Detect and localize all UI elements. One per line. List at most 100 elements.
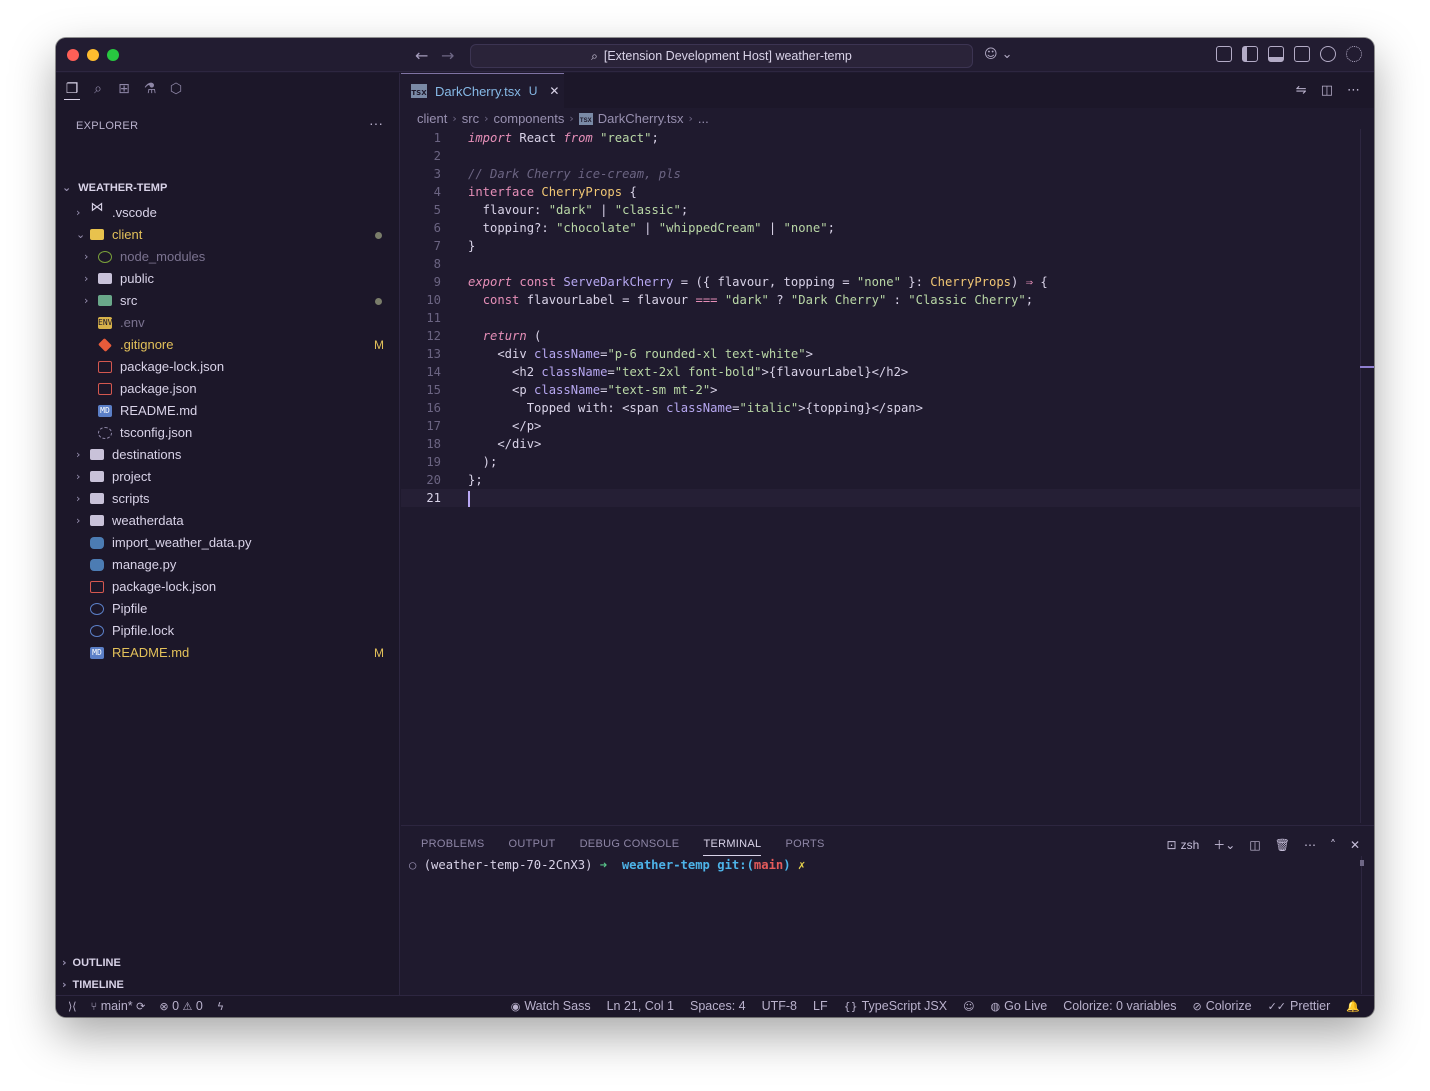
files-icon[interactable]: ❐ <box>64 81 80 100</box>
gear-icon[interactable] <box>1346 46 1362 62</box>
copilot-icon[interactable]: ☺ ⌄ <box>984 47 1013 62</box>
new-terminal-icon[interactable]: ＋⌄ <box>1213 836 1235 853</box>
panel-tab-ports[interactable]: PORTS <box>785 838 824 856</box>
customize-layout-icon[interactable] <box>1216 46 1232 62</box>
breadcrumb-item[interactable]: client <box>417 111 447 126</box>
more-actions-icon[interactable]: ⋯ <box>1304 838 1316 852</box>
zoom-window-button[interactable] <box>107 49 119 61</box>
tree-item[interactable]: › node_modules <box>56 246 400 268</box>
tree-item[interactable]: › public <box>56 268 400 290</box>
git-modified-badge: M <box>374 338 384 352</box>
tree-item[interactable]: package.json <box>56 378 400 400</box>
remote-icon[interactable]: ⟩⟨ <box>68 1000 77 1013</box>
tree-item[interactable]: tsconfig.json <box>56 422 400 444</box>
status-item[interactable]: ◉ Watch Sass <box>511 999 591 1013</box>
folder-icon <box>90 493 104 504</box>
tab-darkcherry[interactable]: TSX DarkCherry.tsx U ✕ <box>401 73 564 108</box>
tree-item[interactable]: package-lock.json <box>56 576 400 598</box>
line-number: 16 <box>426 401 441 415</box>
line-number: 9 <box>433 275 441 289</box>
tree-item[interactable]: › src <box>56 290 400 312</box>
search-icon[interactable]: ⌕ <box>90 81 106 97</box>
chevron-right-icon: › <box>484 112 489 125</box>
tree-item[interactable]: › ⋈ .vscode <box>56 201 400 224</box>
workspace-root-label: WEATHER-TEMP <box>78 182 168 194</box>
line-number: 6 <box>433 221 441 235</box>
forward-arrow-icon[interactable]: → <box>441 46 454 65</box>
outline-section[interactable]: › OUTLINE <box>62 956 121 969</box>
line-content: Topped with: <span className="italic">{t… <box>468 399 923 417</box>
tree-item[interactable]: .gitignore M <box>56 334 400 356</box>
toggle-secondary-sidebar-icon[interactable] <box>1294 46 1310 62</box>
code-token: CherryProps <box>930 275 1012 289</box>
status-item[interactable]: ⊘ Colorize <box>1192 999 1251 1013</box>
close-window-button[interactable] <box>67 49 79 61</box>
open-changes-icon[interactable]: ⇋ <box>1296 83 1307 98</box>
problems-status[interactable]: ⊗ 0 ⚠ 0 <box>159 999 202 1013</box>
tree-item[interactable]: › destinations <box>56 444 400 466</box>
tree-item[interactable]: MD README.md M <box>56 642 400 664</box>
code-token: ) <box>1011 275 1026 289</box>
status-item[interactable]: Spaces: 4 <box>690 999 746 1013</box>
tree-item[interactable]: ENV .env <box>56 312 400 334</box>
testing-icon[interactable]: ⚗ <box>142 81 158 97</box>
back-arrow-icon[interactable]: ← <box>415 46 428 65</box>
breadcrumb-item[interactable]: components <box>494 111 565 126</box>
trash-icon[interactable]: 🗑 <box>1275 838 1290 852</box>
toggle-primary-sidebar-icon[interactable] <box>1242 46 1258 62</box>
status-item[interactable]: Colorize: 0 variables <box>1063 999 1176 1013</box>
panel-tab-debug-console[interactable]: DEBUG CONSOLE <box>580 838 680 856</box>
status-item[interactable]: {} TypeScript JSX <box>844 999 947 1013</box>
git-dirty-mark: ✗ <box>797 858 806 872</box>
shell-name[interactable]: zsh <box>1181 838 1200 852</box>
tree-item[interactable]: package-lock.json <box>56 356 400 378</box>
panel-tab-output[interactable]: OUTPUT <box>509 838 556 856</box>
command-center[interactable]: ⌕ [Extension Development Host] weather-t… <box>470 44 973 68</box>
panel-tab-terminal[interactable]: TERMINAL <box>703 838 762 856</box>
workspace-root[interactable]: ⌄ WEATHER-TEMP <box>62 181 167 194</box>
branch-status[interactable]: ⑂ main* ⟳ <box>91 999 146 1013</box>
status-item[interactable]: ☺ ◍ Go Live <box>963 999 1047 1013</box>
chevron-right-icon: › <box>76 492 81 505</box>
accounts-icon[interactable] <box>1320 46 1336 62</box>
code-editor[interactable]: 1 import React from "react"; 2 3 // Dark Che… <box>401 129 1361 849</box>
prompt-arrow: ➜ <box>599 858 608 872</box>
more-actions-icon[interactable]: ⋯ <box>1347 83 1360 98</box>
close-icon[interactable]: ✕ <box>549 84 559 98</box>
tree-item[interactable]: manage.py <box>56 554 400 576</box>
copilot-icon[interactable]: ☺ <box>963 1000 974 1013</box>
bell-icon[interactable]: 🔔 <box>1346 1000 1360 1013</box>
close-panel-icon[interactable]: ✕ <box>1350 838 1360 852</box>
code-line: 14 <h2 className="text-2xl font-bold">{f… <box>401 363 1361 381</box>
lightning-icon[interactable]: ϟ <box>217 1000 224 1013</box>
tree-item[interactable]: MD README.md <box>56 400 400 422</box>
panel-scrollbar-track <box>1361 856 1362 994</box>
split-editor-icon[interactable]: ◫ <box>1321 83 1333 98</box>
tree-item[interactable]: ⌄ client <box>56 224 400 246</box>
tree-item[interactable]: Pipfile <box>56 598 400 620</box>
tree-item[interactable]: › project <box>56 466 400 488</box>
toggle-panel-icon[interactable] <box>1268 46 1284 62</box>
panel-tab-problems[interactable]: PROBLEMS <box>421 838 485 856</box>
split-terminal-icon[interactable]: ◫ <box>1249 838 1260 852</box>
timeline-section[interactable]: › TIMELINE <box>62 978 124 991</box>
package-icon[interactable]: ⬡ <box>168 81 184 97</box>
breadcrumb-item[interactable]: src <box>462 111 479 126</box>
extensions-icon[interactable]: ⊞ <box>116 81 132 97</box>
maximize-panel-icon[interactable]: ˄ <box>1330 838 1336 852</box>
tree-item[interactable]: import_weather_data.py <box>56 532 400 554</box>
tree-item[interactable]: Pipfile.lock <box>56 620 400 642</box>
git-file-icon <box>98 338 112 352</box>
breadcrumb-item[interactable]: ... <box>698 111 709 126</box>
more-actions-icon[interactable]: ··· <box>369 115 383 131</box>
minimize-window-button[interactable] <box>87 49 99 61</box>
status-item[interactable]: LF <box>813 999 828 1013</box>
terminal-output[interactable]: ○ (weather-temp-70-2CnX3) ➜ weather-temp… <box>409 858 805 872</box>
breadcrumb-item[interactable]: DarkCherry.tsx <box>598 111 684 126</box>
tree-item[interactable]: › scripts <box>56 488 400 510</box>
tree-item[interactable]: › weatherdata <box>56 510 400 532</box>
status-item[interactable]: Ln 21, Col 1 <box>607 999 674 1013</box>
status-item[interactable]: UTF-8 <box>762 999 797 1013</box>
panel-scroll-thumb[interactable] <box>1360 860 1364 866</box>
status-item[interactable]: ✓✓ Prettier <box>1268 999 1331 1013</box>
